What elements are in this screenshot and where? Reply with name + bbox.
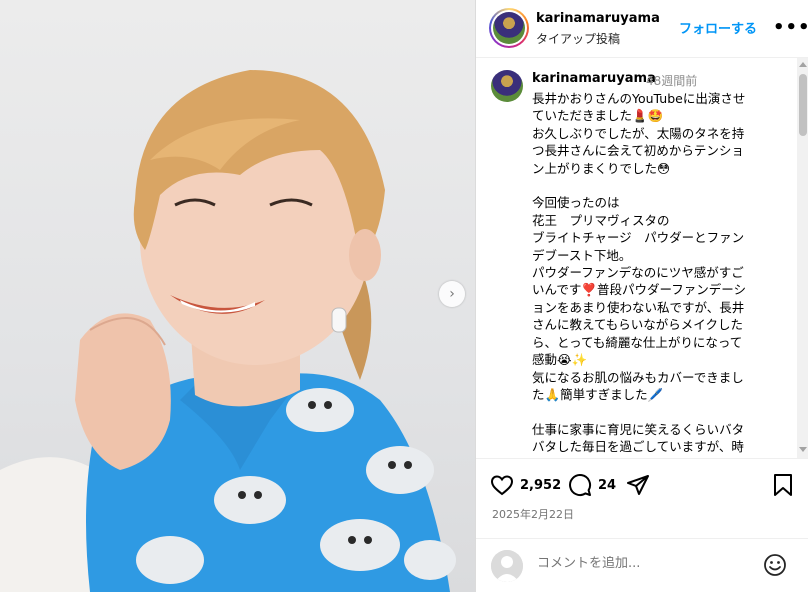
scroll-down-arrow-icon[interactable]	[799, 447, 807, 452]
author-username[interactable]: karinamaruyama	[536, 11, 660, 26]
like-button[interactable]: 2,952	[490, 473, 561, 497]
portrait-illustration	[0, 70, 456, 592]
scroll-thumb[interactable]	[799, 74, 807, 136]
caption-avatar[interactable]	[491, 70, 523, 102]
author-avatar[interactable]	[489, 8, 529, 48]
scroll-up-arrow-icon[interactable]	[799, 62, 807, 67]
post-date[interactable]: 2025年2月22日	[492, 506, 574, 522]
comment-input[interactable]	[537, 556, 737, 571]
comments-scrollbar[interactable]	[797, 58, 808, 458]
paid-partnership-label[interactable]: タイアップ投稿	[536, 30, 620, 47]
next-image-button[interactable]: ›	[439, 281, 465, 307]
comment-button[interactable]: 24	[568, 473, 616, 497]
caption-timestamp[interactable]: 48週間前	[646, 72, 697, 89]
comment-count[interactable]: 24	[598, 478, 616, 493]
comment-icon	[569, 474, 592, 496]
post-side-panel: karinamaruyama タイアップ投稿 フォローする ••• karina…	[475, 0, 808, 592]
current-user-avatar	[491, 550, 523, 582]
emoji-button[interactable]	[763, 553, 787, 581]
emoji-icon	[764, 554, 786, 576]
bookmark-icon	[774, 474, 792, 496]
caption-username[interactable]: karinamaruyama	[532, 71, 656, 86]
follow-button[interactable]: フォローする	[679, 18, 757, 37]
default-user-icon	[491, 550, 523, 582]
chevron-right-icon: ›	[449, 286, 455, 302]
caption-text: 長井かおりさんのYouTubeに出演させていただきました💄🤩 お久しぶりでしたが…	[532, 91, 746, 455]
like-count[interactable]: 2,952	[520, 478, 561, 493]
heart-icon	[490, 475, 514, 496]
post-photo: ›	[0, 0, 475, 592]
save-button[interactable]	[772, 473, 794, 497]
share-button[interactable]	[626, 473, 650, 497]
share-icon	[627, 475, 649, 495]
more-icon[interactable]: •••	[773, 17, 808, 38]
post-header: karinamaruyama タイアップ投稿 フォローする •••	[476, 0, 808, 58]
add-comment-bar	[476, 538, 808, 592]
post-actions: 2,952 24 2025年2月22日	[476, 458, 808, 538]
comments-area: karinamaruyama 48週間前 長井かおりさんのYouTubeに出演さ…	[476, 58, 808, 458]
